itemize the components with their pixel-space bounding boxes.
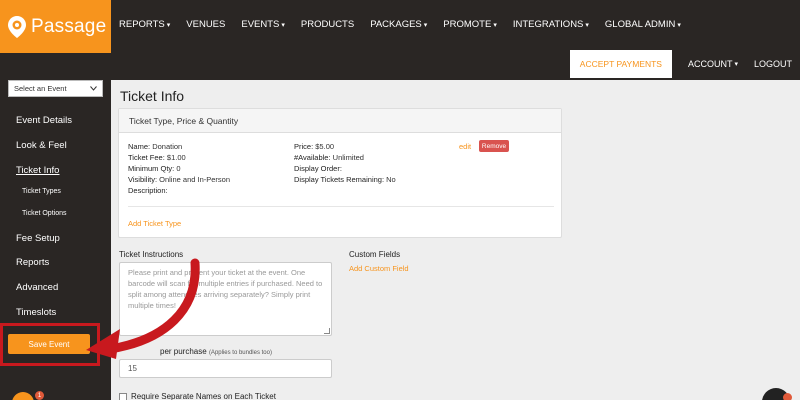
divider <box>128 206 554 207</box>
chat-icon[interactable] <box>12 392 34 400</box>
chevron-down-icon: ▾ <box>423 21 428 29</box>
field-visibility-key: Visibility: <box>128 175 158 184</box>
chevron-down-icon: ▾ <box>585 21 589 29</box>
add-ticket-type-link[interactable]: Add Ticket Type <box>128 219 181 228</box>
field-available-key: #Available: <box>294 153 331 162</box>
nav-venues-label: VENUES <box>186 18 226 30</box>
account-menu[interactable]: ACCOUNT ▾ <box>680 50 746 78</box>
main-nav: REPORTS ▾ VENUES EVENTS ▾ PRODUCTS PACKAGE… <box>111 0 689 48</box>
annotation-arrow-icon <box>86 258 200 359</box>
location-pin-icon <box>8 15 26 38</box>
nav-venues[interactable]: VENUES <box>178 19 233 30</box>
field-price-key: Price: <box>294 142 314 151</box>
nav-packages-label: PACKAGES <box>370 18 422 30</box>
sidebar-subitem-ticket-options[interactable]: Ticket Options <box>22 210 66 217</box>
event-select-value: Select an Event <box>14 84 67 93</box>
field-ticket-fee-value: $1.00 <box>166 153 186 162</box>
resize-handle-icon[interactable] <box>324 328 330 334</box>
nav-integrations[interactable]: INTEGRATIONS ▾ <box>505 19 597 30</box>
max-per-purchase-note: (Applies to bundles too) <box>208 350 272 356</box>
nav-events[interactable]: EVENTS ▾ <box>233 19 293 30</box>
accept-payments-button[interactable]: ACCEPT PAYMENTS <box>569 50 672 78</box>
sidebar-item-advanced[interactable]: Advanced <box>16 282 58 293</box>
nav-events-label: EVENTS <box>241 18 280 30</box>
field-minimum-qty: Minimum Qty: 0 <box>128 164 181 173</box>
chevron-down-icon: ▾ <box>734 61 738 68</box>
field-ticket-fee: Ticket Fee: $1.00 <box>128 153 186 162</box>
field-display-order-key: Display Order: <box>294 164 342 173</box>
nav-products[interactable]: PRODUCTS <box>293 19 362 30</box>
logo[interactable]: Passage <box>0 0 111 53</box>
field-available: #Available: Unlimited <box>294 153 364 162</box>
field-price: Price: $5.00 <box>294 142 334 151</box>
field-display-order: Display Order: <box>294 164 342 173</box>
chevron-down-icon <box>90 86 97 91</box>
event-select[interactable]: Select an Event <box>8 80 103 97</box>
account-label: ACCOUNT <box>687 59 733 69</box>
field-visibility-value: Online and In-Person <box>159 175 231 184</box>
field-description: Description: <box>128 186 168 195</box>
field-visibility: Visibility: Online and In-Person <box>128 175 230 184</box>
brand-name: Passage <box>31 15 107 37</box>
field-display-remaining: Display Tickets Remaining: No <box>294 175 396 184</box>
nav-integrations-label: INTEGRATIONS <box>512 18 584 30</box>
edit-ticket-link[interactable]: edit <box>459 142 471 151</box>
field-price-value: $5.00 <box>315 142 335 151</box>
nav-promote-label: PROMOTE <box>443 18 492 30</box>
sidebar-subitem-ticket-types[interactable]: Ticket Types <box>22 188 61 195</box>
nav-packages[interactable]: PACKAGES ▾ <box>362 19 435 30</box>
save-event-button[interactable]: Save Event <box>8 334 90 354</box>
sidebar-item-ticket-info[interactable]: Ticket Info <box>16 165 59 176</box>
ticket-type-card: Ticket Type, Price & Quantity Name: Dona… <box>118 108 562 238</box>
page-title: Ticket Info <box>120 88 185 104</box>
field-name: Name: Donation <box>128 142 182 151</box>
nav-global-admin-label: GLOBAL ADMIN <box>604 18 676 30</box>
sidebar-item-reports[interactable]: Reports <box>16 257 49 268</box>
field-minimum-qty-value: 0 <box>176 164 181 173</box>
account-nav: ACCEPT PAYMENTS ACCOUNT ▾ LOGOUT <box>569 50 800 78</box>
chat-badge: 1 <box>35 391 44 400</box>
custom-fields-label: Custom Fields <box>349 250 401 259</box>
nav-promote[interactable]: PROMOTE ▾ <box>435 19 505 30</box>
nav-reports[interactable]: REPORTS ▾ <box>111 19 178 30</box>
chevron-down-icon: ▾ <box>677 21 681 29</box>
field-display-remaining-value: No <box>386 175 396 184</box>
chevron-down-icon: ▾ <box>281 21 285 29</box>
help-widget-badge <box>783 393 792 400</box>
sidebar-item-look-feel[interactable]: Look & Feel <box>16 140 67 151</box>
field-name-key: Name: <box>128 142 151 151</box>
require-names-checkbox[interactable] <box>119 393 127 400</box>
card-header: Ticket Type, Price & Quantity <box>119 109 561 133</box>
chevron-down-icon: ▾ <box>166 21 171 29</box>
sidebar-item-fee-setup[interactable]: Fee Setup <box>16 233 60 244</box>
nav-reports-label: REPORTS <box>119 18 165 30</box>
nav-products-label: PRODUCTS <box>300 18 355 30</box>
logout-link[interactable]: LOGOUT <box>746 50 800 78</box>
nav-global-admin[interactable]: GLOBAL ADMIN ▾ <box>597 19 689 30</box>
require-names-label: Require Separate Names on Each Ticket <box>131 392 276 400</box>
field-name-value: Donation <box>152 142 183 151</box>
field-description-key: Description: <box>128 186 168 195</box>
add-custom-field-link[interactable]: Add Custom Field <box>349 264 409 273</box>
field-minimum-qty-key: Minimum Qty: <box>128 164 175 173</box>
sidebar-item-event-details[interactable]: Event Details <box>16 115 72 126</box>
field-available-value: Unlimited <box>332 153 364 162</box>
field-ticket-fee-key: Ticket Fee: <box>128 153 165 162</box>
top-bar: Passage REPORTS ▾ VENUES EVENTS ▾ PRODUCTS… <box>0 0 800 80</box>
remove-ticket-button[interactable]: Remove <box>479 140 509 152</box>
chevron-down-icon: ▾ <box>493 21 497 29</box>
sidebar-item-timeslots[interactable]: Timeslots <box>16 307 56 318</box>
field-display-remaining-key: Display Tickets Remaining: <box>294 175 385 184</box>
